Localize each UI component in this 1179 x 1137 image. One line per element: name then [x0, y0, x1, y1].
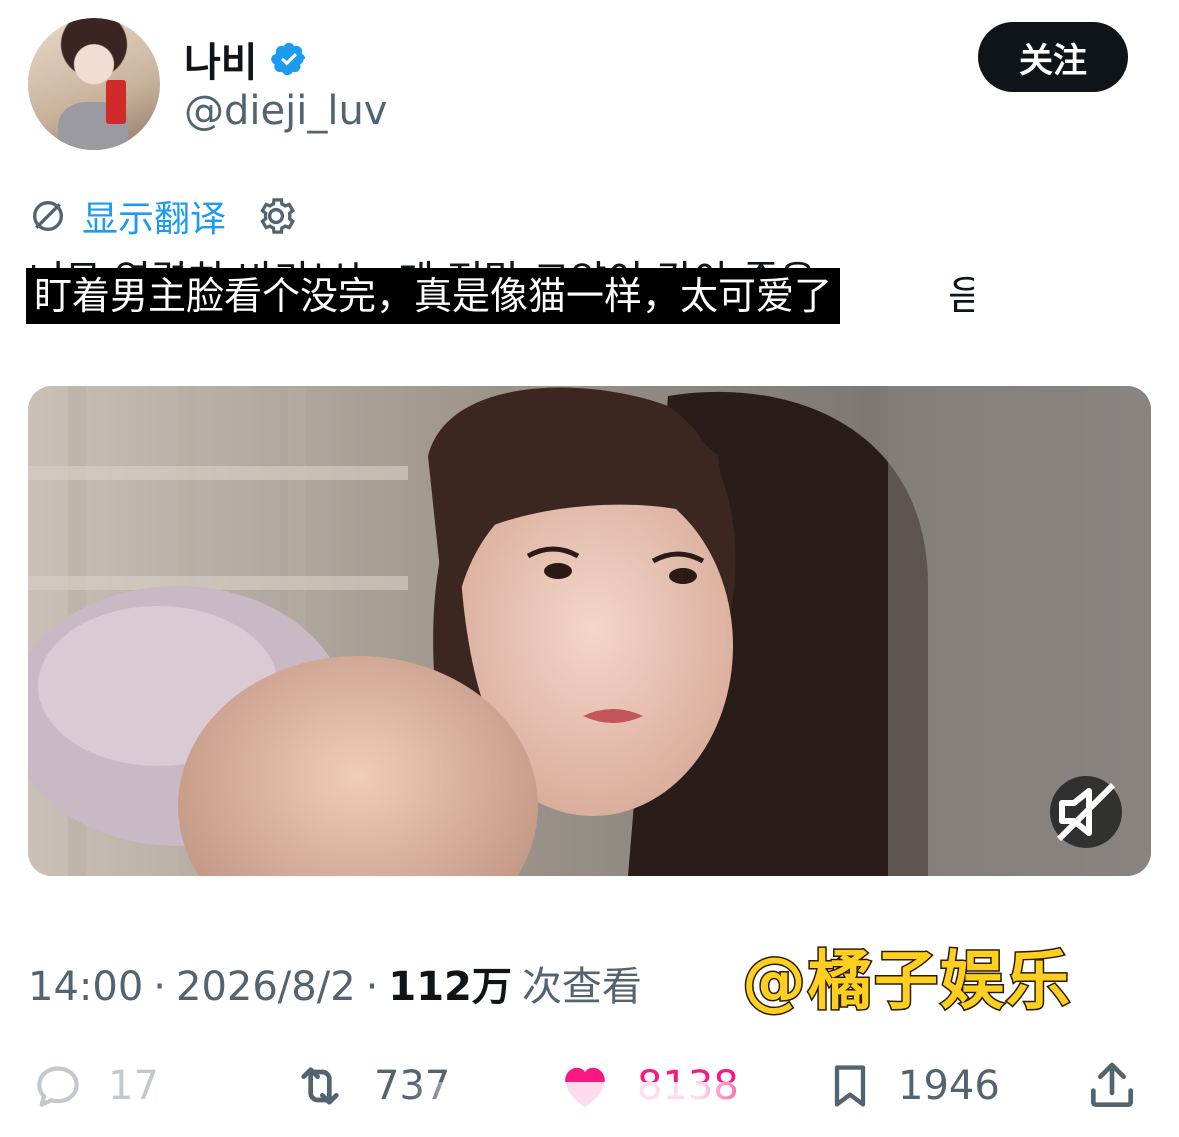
share-button[interactable] [1084, 1058, 1140, 1114]
gear-icon[interactable] [254, 194, 298, 238]
translate-link[interactable]: 显示翻译 [82, 190, 226, 242]
tweet-time[interactable]: 14:00 [28, 964, 143, 1010]
meta-separator: · [365, 964, 379, 1010]
bookmark-button[interactable]: 1946 [824, 1058, 1000, 1114]
mute-icon [1056, 782, 1116, 842]
views-count: 112万 [388, 964, 512, 1010]
share-icon [1091, 1062, 1133, 1107]
bookmark-icon [834, 1065, 866, 1107]
reply-button[interactable]: 17 [30, 1058, 159, 1114]
views-label: 次查看 [521, 964, 642, 1010]
translate-globe-icon [33, 201, 63, 231]
translate-row[interactable]: 显示翻译 [28, 190, 298, 242]
retweet-icon [301, 1067, 339, 1105]
blur-overlay [410, 1082, 770, 1122]
tweet-date[interactable]: 2026/8/2 [176, 964, 356, 1010]
follow-button[interactable]: 关注 [978, 22, 1128, 92]
video-player[interactable] [28, 386, 1151, 876]
reply-icon [37, 1066, 79, 1107]
bookmark-count: 1946 [898, 1063, 1000, 1109]
tweet-meta: 14:00 · 2026/8/2 · 112万 次查看 [28, 954, 642, 1012]
avatar[interactable] [28, 18, 160, 150]
display-name-row[interactable]: 나비 [184, 30, 308, 88]
subtitle-overlay: 盯着男主脸看个没完，真是像猫一样，太可爱了 [26, 268, 841, 324]
watermark: @橘子娱乐 [741, 944, 1072, 1021]
display-name[interactable]: 나비 [184, 30, 258, 88]
user-handle[interactable]: @dieji_luv [184, 88, 387, 134]
meta-separator: · [153, 964, 166, 1010]
mute-button[interactable] [1050, 776, 1122, 848]
verified-badge-icon [270, 42, 305, 76]
avatar-cup [106, 80, 126, 124]
video-frame [28, 386, 1151, 876]
tweet-text-tail: 음 [948, 273, 974, 319]
reply-count: 17 [108, 1063, 159, 1109]
